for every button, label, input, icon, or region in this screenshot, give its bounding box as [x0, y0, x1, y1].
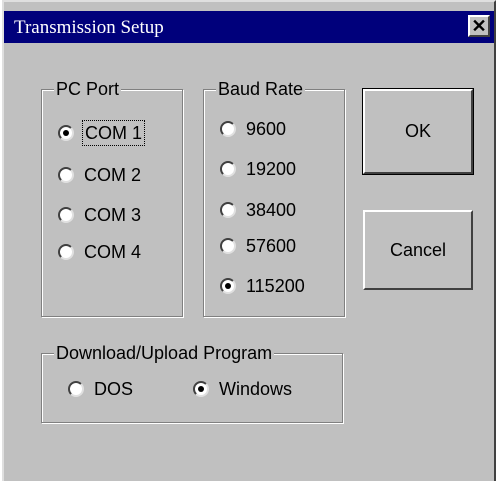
radio-label-com2: COM 2 [84, 165, 142, 185]
radio-dot-com1 [58, 125, 74, 141]
radio-label-com3: COM 3 [84, 205, 142, 225]
baud-rate-legend: Baud Rate [216, 78, 306, 100]
radio-baud-38400[interactable]: 38400 [220, 199, 296, 221]
radio-baud-115200[interactable]: 115200 [220, 275, 305, 297]
radio-dot-57600 [220, 238, 236, 254]
window-title: Transmission Setup [14, 17, 164, 38]
radio-com4[interactable]: COM 4 [58, 241, 141, 263]
close-icon: ✕ [471, 16, 487, 36]
pc-port-legend: PC Port [54, 78, 122, 100]
radio-dot-9600 [220, 121, 236, 137]
radio-label-57600: 57600 [246, 236, 297, 256]
baud-rate-group: Baud Rate 9600 19200 38400 57600 115200 [203, 78, 345, 317]
radio-dot-115200 [220, 278, 236, 294]
radio-dot-com2 [58, 167, 74, 183]
radio-label-com1: COM 1 [81, 120, 146, 146]
radio-dot-com3 [58, 207, 74, 223]
radio-label-dos: DOS [94, 379, 134, 399]
radio-label-19200: 19200 [246, 159, 297, 179]
close-button[interactable]: ✕ [468, 15, 490, 37]
radio-com3[interactable]: COM 3 [58, 204, 141, 226]
radio-com2[interactable]: COM 2 [58, 164, 141, 186]
radio-label-38400: 38400 [246, 200, 297, 220]
radio-baud-19200[interactable]: 19200 [220, 158, 296, 180]
radio-dot-19200 [220, 161, 236, 177]
ok-button[interactable]: OK [362, 88, 474, 175]
cancel-button[interactable]: Cancel [363, 210, 473, 290]
radio-dot-dos [68, 381, 84, 397]
radio-label-115200: 115200 [246, 276, 305, 296]
radio-dot-windows [193, 381, 209, 397]
program-legend: Download/Upload Program [54, 342, 275, 364]
title-bar: Transmission Setup ✕ [4, 11, 494, 43]
radio-label-windows: Windows [219, 379, 293, 399]
radio-dos[interactable]: DOS [68, 378, 133, 400]
pc-port-group: PC Port COM 1 COM 2 COM 3 COM 4 [41, 78, 183, 317]
radio-label-com4: COM 4 [84, 242, 142, 262]
radio-label-9600: 9600 [246, 119, 287, 139]
radio-dot-com4 [58, 244, 74, 260]
transmission-setup-dialog: Transmission Setup ✕ PC Port COM 1 COM 2… [2, 0, 496, 481]
program-group: Download/Upload Program DOS Windows [41, 342, 343, 423]
radio-baud-57600[interactable]: 57600 [220, 235, 296, 257]
radio-windows[interactable]: Windows [193, 378, 292, 400]
radio-dot-38400 [220, 202, 236, 218]
radio-baud-9600[interactable]: 9600 [220, 118, 286, 140]
radio-com1[interactable]: COM 1 [58, 120, 146, 146]
